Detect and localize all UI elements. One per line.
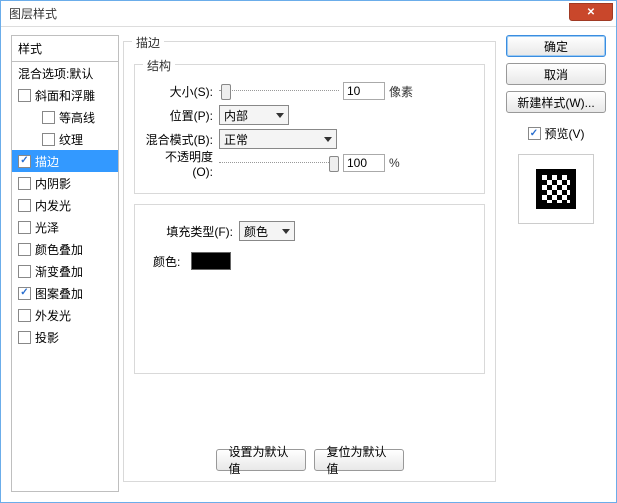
color-swatch[interactable] [191, 252, 231, 270]
caret-icon [276, 113, 284, 118]
style-label: 纹理 [59, 131, 83, 148]
style-checkbox[interactable] [42, 133, 55, 146]
cancel-button[interactable]: 取消 [506, 63, 606, 85]
size-unit: 像素 [389, 83, 413, 100]
style-checkbox[interactable] [18, 287, 31, 300]
style-label: 斜面和浮雕 [35, 87, 95, 104]
style-checkbox[interactable] [18, 155, 31, 168]
styles-list: 样式 混合选项:默认 斜面和浮雕等高线纹理描边内阴影内发光光泽颜色叠加渐变叠加图… [11, 35, 119, 492]
style-item-9[interactable]: 图案叠加 [12, 282, 118, 304]
style-item-4[interactable]: 内阴影 [12, 172, 118, 194]
style-checkbox[interactable] [18, 265, 31, 278]
make-default-button[interactable]: 设置为默认值 [216, 449, 306, 471]
style-label: 投影 [35, 329, 59, 346]
stroke-legend: 描边 [132, 34, 164, 51]
size-label: 大小(S): [145, 83, 213, 100]
style-label: 渐变叠加 [35, 263, 83, 280]
opacity-label: 不透明度(O): [145, 148, 213, 179]
close-button[interactable]: ✕ [569, 3, 613, 21]
style-label: 颜色叠加 [35, 241, 83, 258]
ok-button[interactable]: 确定 [506, 35, 606, 57]
style-label: 外发光 [35, 307, 71, 324]
style-item-11[interactable]: 投影 [12, 326, 118, 348]
filltype-value: 颜色 [244, 223, 268, 240]
style-checkbox[interactable] [18, 309, 31, 322]
opacity-slider[interactable] [219, 154, 339, 172]
style-checkbox[interactable] [18, 243, 31, 256]
main-panel: 描边 结构 大小(S): 10 像素 位置(P): 内部 [123, 35, 496, 492]
opacity-unit: % [389, 156, 400, 170]
style-checkbox[interactable] [18, 331, 31, 344]
caret-icon [282, 229, 290, 234]
size-slider[interactable] [219, 82, 339, 100]
caret-icon [324, 137, 332, 142]
layer-style-dialog: 图层样式 ✕ 样式 混合选项:默认 斜面和浮雕等高线纹理描边内阴影内发光光泽颜色… [0, 0, 617, 503]
style-label: 内阴影 [35, 175, 71, 192]
filltype-label: 填充类型(F): [145, 223, 233, 240]
window-title: 图层样式 [9, 5, 57, 22]
position-dropdown[interactable]: 内部 [219, 105, 289, 125]
opacity-input[interactable]: 100 [343, 154, 385, 172]
styles-header: 样式 [12, 36, 118, 62]
fill-fieldset: 填充类型(F): 颜色 颜色: [134, 204, 485, 374]
blendmode-label: 混合模式(B): [145, 131, 213, 148]
style-item-1[interactable]: 等高线 [12, 106, 118, 128]
stroke-fieldset: 描边 结构 大小(S): 10 像素 位置(P): 内部 [123, 41, 496, 482]
style-label: 内发光 [35, 197, 71, 214]
preview-label: 预览(V) [545, 125, 585, 142]
position-label: 位置(P): [145, 107, 213, 124]
preview-box [518, 154, 594, 224]
reset-default-button[interactable]: 复位为默认值 [314, 449, 404, 471]
new-style-button[interactable]: 新建样式(W)... [506, 91, 606, 113]
style-label: 等高线 [59, 109, 95, 126]
structure-legend: 结构 [143, 57, 175, 74]
style-item-6[interactable]: 光泽 [12, 216, 118, 238]
blendmode-dropdown[interactable]: 正常 [219, 129, 337, 149]
style-label: 描边 [35, 153, 59, 170]
blendmode-value: 正常 [224, 131, 248, 148]
style-checkbox[interactable] [18, 199, 31, 212]
style-item-5[interactable]: 内发光 [12, 194, 118, 216]
filltype-dropdown[interactable]: 颜色 [239, 221, 295, 241]
right-panel: 确定 取消 新建样式(W)... 预览(V) [500, 35, 606, 492]
style-item-0[interactable]: 斜面和浮雕 [12, 84, 118, 106]
blend-options-item[interactable]: 混合选项:默认 [12, 62, 118, 84]
content: 样式 混合选项:默认 斜面和浮雕等高线纹理描边内阴影内发光光泽颜色叠加渐变叠加图… [1, 27, 616, 502]
style-checkbox[interactable] [18, 89, 31, 102]
size-input[interactable]: 10 [343, 82, 385, 100]
titlebar: 图层样式 ✕ [1, 1, 616, 27]
preview-thumbnail [536, 169, 576, 209]
style-checkbox[interactable] [42, 111, 55, 124]
position-value: 内部 [224, 107, 248, 124]
style-item-8[interactable]: 渐变叠加 [12, 260, 118, 282]
color-label: 颜色: [153, 253, 185, 270]
style-item-7[interactable]: 颜色叠加 [12, 238, 118, 260]
style-item-3[interactable]: 描边 [12, 150, 118, 172]
style-item-2[interactable]: 纹理 [12, 128, 118, 150]
style-label: 光泽 [35, 219, 59, 236]
style-label: 图案叠加 [35, 285, 83, 302]
style-checkbox[interactable] [18, 221, 31, 234]
preview-row: 预览(V) [506, 125, 606, 142]
preview-checkbox[interactable] [528, 127, 541, 140]
blend-options-label: 混合选项:默认 [18, 65, 93, 82]
style-checkbox[interactable] [18, 177, 31, 190]
style-item-10[interactable]: 外发光 [12, 304, 118, 326]
structure-fieldset: 结构 大小(S): 10 像素 位置(P): 内部 [134, 64, 485, 194]
